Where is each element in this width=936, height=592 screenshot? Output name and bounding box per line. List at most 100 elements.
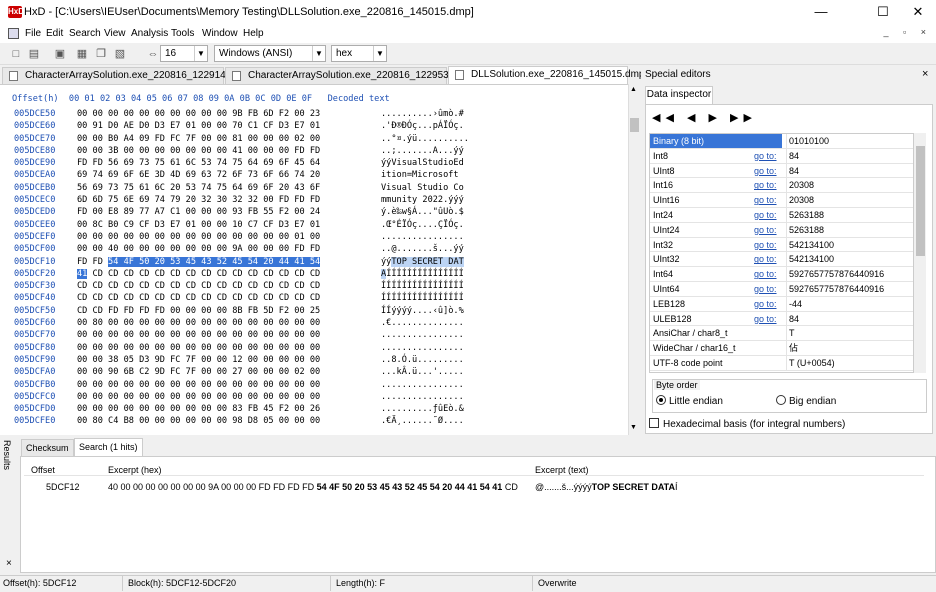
row-hex-bytes[interactable]: 41 CD CD CD CD CD CD CD CD CD CD CD CD C… xyxy=(77,268,320,280)
result-excerpt-hex[interactable]: 40 00 00 00 00 00 00 00 9A 00 00 00 FD F… xyxy=(108,482,518,492)
special-editors-close-icon[interactable]: × xyxy=(922,68,928,80)
inspector-value[interactable]: 5263188 xyxy=(786,222,913,237)
row-hex-bytes[interactable]: 00 00 38 05 D3 9D FC 7F 00 00 12 00 00 0… xyxy=(77,354,320,366)
selected-hex-bytes[interactable]: 54 4F 50 20 53 45 43 52 45 54 20 44 41 5… xyxy=(108,256,321,267)
row-hex-bytes[interactable]: 00 00 00 00 00 00 00 00 00 00 83 FB 45 F… xyxy=(77,403,320,415)
row-decoded-text[interactable]: ................ xyxy=(381,342,464,354)
row-hex-bytes[interactable]: 00 00 40 00 00 00 00 00 00 00 9A 00 00 0… xyxy=(77,243,320,255)
hex-scrollbar[interactable] xyxy=(628,84,640,435)
go-to-link[interactable]: go to: xyxy=(754,267,777,281)
column-header-excerpt-text[interactable]: Excerpt (text) xyxy=(535,465,589,475)
menu-help[interactable]: Help xyxy=(243,28,264,39)
row-decoded-text[interactable]: ................ xyxy=(381,329,464,341)
row-decoded-text[interactable]: ýýVisualStudioEd xyxy=(381,157,464,169)
inspector-value[interactable]: 佔 xyxy=(786,341,913,356)
inspector-row[interactable]: Int24 go to: 5263188 xyxy=(650,207,913,223)
tab-search-results[interactable]: Search (1 hits) xyxy=(74,438,143,456)
menu-search[interactable]: Search xyxy=(69,28,101,39)
mdi-controls[interactable]: _ ▫ × xyxy=(884,27,932,37)
row-hex-bytes[interactable]: 00 00 00 00 00 00 00 00 00 00 00 00 00 0… xyxy=(77,329,320,341)
menu-view[interactable]: View xyxy=(104,28,126,39)
go-to-link[interactable]: go to: xyxy=(754,208,777,222)
row-hex-bytes[interactable]: 00 00 00 00 00 00 00 00 00 00 00 00 00 0… xyxy=(77,379,320,391)
inspector-value[interactable]: 542134100 xyxy=(786,237,913,252)
row-decoded-text[interactable]: ..;.......A...ýý xyxy=(381,145,464,157)
row-decoded-text[interactable]: ..@.......š...ýý xyxy=(381,243,464,255)
row-decoded-text[interactable]: ..........ƒûEò.& xyxy=(381,403,464,415)
row-decoded-text[interactable]: ÍÍÍÍÍÍÍÍÍÍÍÍÍÍÍÍ xyxy=(381,280,464,292)
go-to-link[interactable]: go to: xyxy=(754,297,777,311)
go-to-link[interactable]: go to: xyxy=(754,252,777,266)
inspector-row[interactable]: Binary (8 bit) 01010100 xyxy=(650,134,913,149)
inspector-row[interactable]: UInt16 go to: 20308 xyxy=(650,193,913,208)
inspector-row[interactable]: UInt64 go to: 5927657757876440916 xyxy=(650,281,913,297)
inspector-value[interactable]: 84 xyxy=(786,148,913,163)
row-decoded-text[interactable]: ÍÍÍÍÍÍÍÍÍÍÍÍÍÍÍÍ xyxy=(381,292,464,304)
row-hex-bytes[interactable]: 00 00 90 6B C2 9D FC 7F 00 00 27 00 00 0… xyxy=(77,366,320,378)
row-hex-bytes[interactable]: CD CD CD CD CD CD CD CD CD CD CD CD CD C… xyxy=(77,280,320,292)
menu-analysis[interactable]: Analysis xyxy=(131,28,168,39)
inspector-navigation[interactable]: ◀◀ ◀ ▶ ▶▶ xyxy=(652,111,757,124)
selected-hex-bytes[interactable]: 41 xyxy=(77,268,88,279)
inspector-value[interactable]: 20308 xyxy=(786,178,913,193)
row-hex-bytes[interactable]: 00 91 D0 AE D0 D3 E7 01 00 00 70 C1 CF D… xyxy=(77,120,320,132)
go-to-link[interactable]: go to: xyxy=(754,282,777,296)
inspector-value[interactable]: 01010100 xyxy=(786,134,913,148)
inspector-row[interactable]: UTF-8 code point T (U+0054) xyxy=(650,355,913,371)
big-endian-radio[interactable]: Big endian xyxy=(776,395,836,407)
new-file-icon[interactable]: □ xyxy=(8,46,24,62)
row-hex-bytes[interactable]: 00 80 00 00 00 00 00 00 00 00 00 00 00 0… xyxy=(77,317,320,329)
row-decoded-text[interactable]: ..8.Ó.ü......... xyxy=(381,354,464,366)
inspector-row[interactable]: WideChar / char16_t 佔 xyxy=(650,341,913,356)
scroll-down-icon[interactable]: ▼ xyxy=(630,424,637,431)
charset-select[interactable]: Windows (ANSI) ▼ xyxy=(214,45,326,62)
inspector-value[interactable]: 542134100 xyxy=(786,252,913,267)
export-icon[interactable]: ▧ xyxy=(112,46,128,62)
go-to-link[interactable]: go to: xyxy=(754,149,777,163)
inspector-row[interactable]: AnsiChar / char8_t T xyxy=(650,326,913,342)
properties-icon[interactable]: ▦ xyxy=(74,46,90,62)
offset-base-select[interactable]: hex ▼ xyxy=(331,45,387,62)
inspector-value[interactable]: 20308 xyxy=(786,193,913,208)
row-decoded-text[interactable]: ..........›ûmò.# xyxy=(381,108,464,120)
column-header-offset[interactable]: Offset xyxy=(31,465,55,475)
menu-file[interactable]: File xyxy=(25,28,41,39)
column-header-excerpt-hex[interactable]: Excerpt (hex) xyxy=(108,465,162,475)
minimize-button[interactable]: — xyxy=(798,0,844,25)
go-to-link[interactable]: go to: xyxy=(754,238,777,252)
row-hex-bytes[interactable]: FD FD 56 69 73 75 61 6C 53 74 75 64 69 6… xyxy=(77,157,320,169)
go-to-link[interactable]: go to: xyxy=(754,223,777,237)
results-close-icon[interactable]: × xyxy=(6,558,12,569)
row-hex-bytes[interactable]: 00 00 00 00 00 00 00 00 00 00 9B FB 6D F… xyxy=(77,108,320,120)
row-decoded-text[interactable]: ................ xyxy=(381,231,464,243)
row-hex-bytes[interactable]: FD FD 54 4F 50 20 53 45 43 52 45 54 20 4… xyxy=(77,256,321,268)
menu-tools[interactable]: Tools xyxy=(171,28,194,39)
tab-checksum[interactable]: Checksum xyxy=(21,439,74,457)
save-icon[interactable]: ▣ xyxy=(52,46,68,62)
row-hex-bytes[interactable]: 00 80 C4 B8 00 00 00 00 00 00 98 D8 05 0… xyxy=(77,415,320,427)
row-decoded-text[interactable]: Visual Studio Co xyxy=(381,182,464,194)
row-hex-bytes[interactable]: FD 00 E8 89 77 A7 C1 00 00 00 93 FB 55 F… xyxy=(77,206,320,218)
inspector-value[interactable]: T xyxy=(786,326,913,341)
inspector-value[interactable]: T (U+0054) xyxy=(786,355,913,370)
inspector-value[interactable]: 5927657757876440916 xyxy=(786,281,913,296)
inspector-scrollbar-thumb[interactable] xyxy=(916,146,925,256)
row-hex-bytes[interactable]: 00 00 00 00 00 00 00 00 00 00 00 00 00 0… xyxy=(77,231,320,243)
row-decoded-text[interactable]: ..°¤.ýü.......... xyxy=(381,133,469,145)
selected-decoded-text[interactable]: TOP SECRET DAT xyxy=(391,256,464,267)
row-decoded-text[interactable]: ...kÂ.ü...'..... xyxy=(381,366,464,378)
inspector-value[interactable]: 5927657757876440916 xyxy=(786,267,913,282)
tab-characterarraysolution-122953[interactable]: CharacterArraySolution.exe_220816_122953… xyxy=(225,67,471,84)
row-hex-bytes[interactable]: 00 8C B0 C9 CF D3 E7 01 00 00 10 C7 CF D… xyxy=(77,219,320,231)
inspector-row[interactable]: ULEB128 go to: 84 xyxy=(650,311,913,327)
row-decoded-text[interactable]: ................ xyxy=(381,391,464,403)
row-hex-bytes[interactable]: CD CD CD CD CD CD CD CD CD CD CD CD CD C… xyxy=(77,292,320,304)
row-hex-bytes[interactable]: CD CD FD FD FD FD 00 00 00 00 8B FB 5D F… xyxy=(77,305,320,317)
row-decoded-text[interactable]: ................ xyxy=(381,379,464,391)
inspector-row[interactable]: UInt24 go to: 5263188 xyxy=(650,222,913,238)
bytes-per-row-select[interactable]: 16 ▼ xyxy=(160,45,208,62)
inspector-row[interactable]: UInt32 go to: 542134100 xyxy=(650,252,913,268)
inspector-value[interactable]: 84 xyxy=(786,163,913,178)
menu-edit[interactable]: Edit xyxy=(46,28,63,39)
inspector-row[interactable]: LEB128 go to: -44 xyxy=(650,296,913,312)
